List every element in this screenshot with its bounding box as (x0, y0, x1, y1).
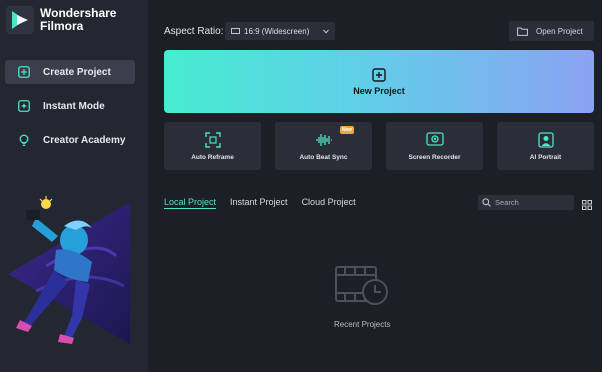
project-tabs: Local Project Instant Project Cloud Proj… (164, 197, 370, 209)
tab-local-project[interactable]: Local Project (164, 197, 217, 209)
filmora-logo-icon (6, 6, 34, 34)
creator-illustration (6, 196, 134, 346)
tab-instant-project[interactable]: Instant Project (230, 197, 288, 209)
tab-cloud-project[interactable]: Cloud Project (302, 197, 356, 209)
search-icon (482, 198, 491, 207)
tool-auto-beat-sync[interactable]: New Auto Beat Sync (275, 122, 372, 170)
chevron-down-icon (323, 27, 329, 36)
sidebar-item-label: Create Project (43, 66, 111, 78)
brand: Wondershare Filmora (6, 6, 116, 34)
tool-label: Auto Reframe (191, 154, 234, 161)
brand-line2: Filmora (40, 19, 84, 33)
tool-auto-reframe[interactable]: Auto Reframe (164, 122, 261, 170)
sidebar-item-creator-academy[interactable]: Creator Academy (5, 128, 135, 152)
sidebar-item-create-project[interactable]: Create Project (5, 60, 135, 84)
sidebar: Wondershare Filmora Create Project Insta… (0, 0, 148, 372)
plus-square-icon (372, 67, 386, 82)
tool-label: AI Portrait (529, 154, 562, 161)
tool-screen-recorder[interactable]: Screen Recorder (386, 122, 483, 170)
open-project-button[interactable]: Open Project (509, 21, 594, 41)
new-project-label: New Project (353, 85, 405, 96)
recent-projects-label: Recent Projects (334, 320, 391, 329)
new-badge: New (339, 126, 354, 134)
aspect-ratio-select[interactable]: 16:9 (Widescreen) (225, 22, 335, 40)
aspect-ratio-value: 16:9 (Widescreen) (244, 26, 310, 36)
tool-label: Auto Beat Sync (299, 154, 348, 161)
empty-state: Recent Projects (334, 266, 390, 329)
search-box (478, 195, 575, 210)
main-panel: Aspect Ratio: 16:9 (Widescreen) Open Pro… (148, 0, 602, 372)
grid-view-icon[interactable] (582, 197, 592, 210)
sidebar-item-label: Instant Mode (43, 100, 105, 112)
search-input[interactable] (495, 198, 575, 207)
new-project-button[interactable]: New Project (164, 50, 594, 113)
portrait-icon (537, 131, 554, 149)
screen-record-icon (425, 131, 444, 149)
waveform-icon (315, 131, 333, 149)
brand-name: Wondershare Filmora (40, 7, 116, 33)
open-project-label: Open Project (536, 26, 583, 36)
lightbulb-icon (17, 133, 31, 147)
tool-label: Screen Recorder (408, 154, 461, 161)
plus-square-icon (17, 65, 31, 79)
reframe-icon (204, 131, 221, 149)
aspect-ratio-label: Aspect Ratio: (164, 26, 224, 37)
sidebar-item-instant-mode[interactable]: Instant Mode (5, 94, 135, 118)
tool-ai-portrait[interactable]: AI Portrait (497, 122, 594, 170)
monitor-icon (231, 28, 240, 34)
sidebar-item-label: Creator Academy (43, 134, 126, 146)
sparkle-square-icon (17, 99, 31, 113)
film-clock-icon (335, 266, 389, 311)
folder-icon (517, 27, 528, 36)
quick-tools: Auto Reframe New Auto Beat Sync Screen R… (164, 122, 594, 170)
sidebar-nav: Create Project Instant Mode Creator Acad… (5, 60, 135, 162)
